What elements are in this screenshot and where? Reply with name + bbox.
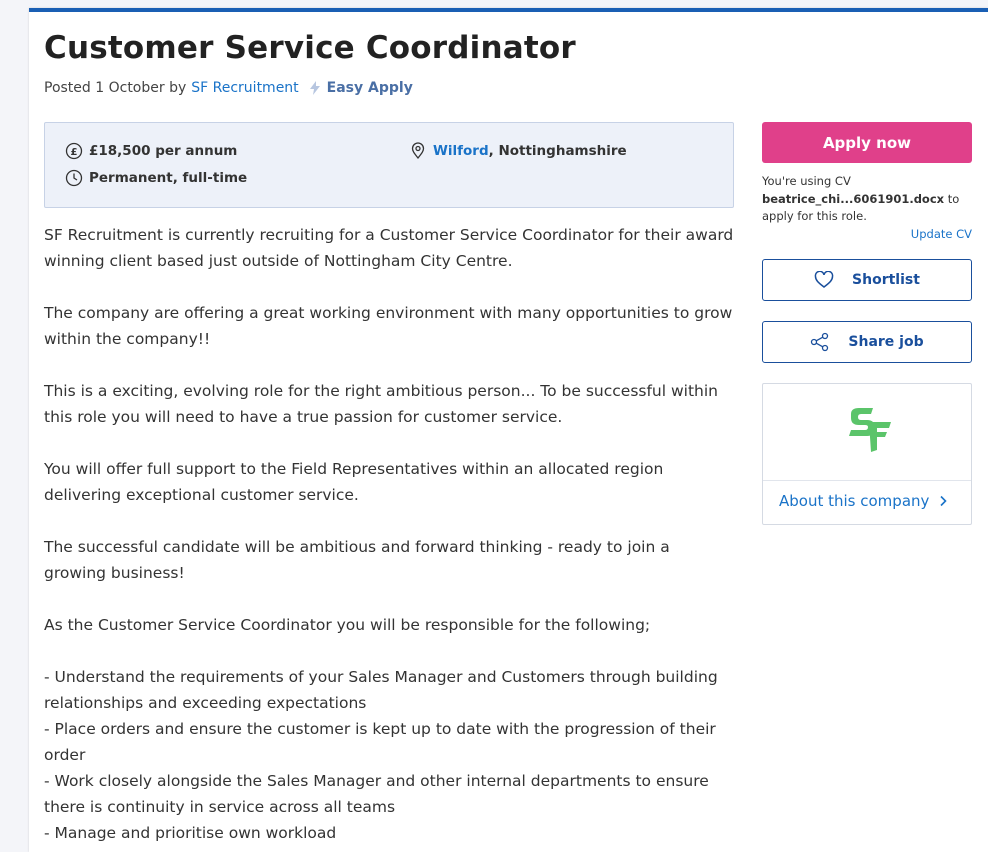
about-company-link[interactable]: About this company [779,492,948,510]
company-card: About this company [762,383,972,525]
cv-filename: beatrice_chi...6061901.docx [762,191,945,206]
share-job-label: Share job [848,334,924,350]
salary-row: £ £18,500 per annum [65,142,237,160]
job-title: Customer Service Coordinator [44,30,576,66]
responsibility-item: - Manage and prioritise own workload [44,824,337,842]
contract-row: Permanent, full-time [65,169,247,187]
easy-apply-badge: Easy Apply [326,80,413,96]
shortlist-button[interactable]: Shortlist [762,259,972,301]
location-region: , Nottinghamshire [488,143,627,159]
responsibility-item: - Place orders and ensure the customer i… [44,720,716,764]
description-paragraph: The successful candidate will be ambitio… [44,538,670,582]
clock-icon [65,169,83,187]
chevron-right-icon [939,495,948,507]
update-cv-link[interactable]: Update CV [762,227,972,241]
share-job-button[interactable]: Share job [762,321,972,363]
cv-prefix: You're using CV [762,174,851,188]
responsibility-item: - Work closely alongside the Sales Manag… [44,772,709,816]
share-icon [810,332,830,352]
responsibility-item: - Understand the requirements of your Sa… [44,668,718,712]
location-row: Wilford , Nottinghamshire [409,142,627,160]
map-pin-icon [409,142,427,160]
description-paragraph: You will offer full support to the Field… [44,460,664,504]
salary-text: £18,500 per annum [89,143,238,159]
recruiter-link[interactable]: SF Recruitment [191,80,298,96]
description-paragraph: SF Recruitment is currently recruiting f… [44,226,734,270]
svg-text:£: £ [71,147,78,158]
description-paragraph: As the Customer Service Coordinator you … [44,616,651,634]
job-summary-box: £ £18,500 per annum Permanent, full-time… [44,122,734,208]
lightning-icon [309,81,321,95]
contract-text: Permanent, full-time [89,170,248,186]
shortlist-label: Shortlist [852,272,920,288]
heart-icon [814,271,834,289]
about-company-label: About this company [779,492,930,510]
posted-line: Posted 1 October by SF Recruitment Easy … [44,80,413,96]
cv-note: You're using CV beatrice_chi...6061901.d… [762,173,972,226]
apply-now-button[interactable]: Apply now [762,122,972,163]
company-logo [843,404,893,460]
posted-text: Posted 1 October by [44,80,187,96]
job-description: SF Recruitment is currently recruiting f… [44,222,734,846]
pound-icon: £ [65,142,83,160]
location-link[interactable]: Wilford [433,143,489,159]
description-paragraph: The company are offering a great working… [44,304,733,348]
company-card-divider [763,480,971,481]
description-paragraph: This is a exciting, evolving role for th… [44,382,719,426]
